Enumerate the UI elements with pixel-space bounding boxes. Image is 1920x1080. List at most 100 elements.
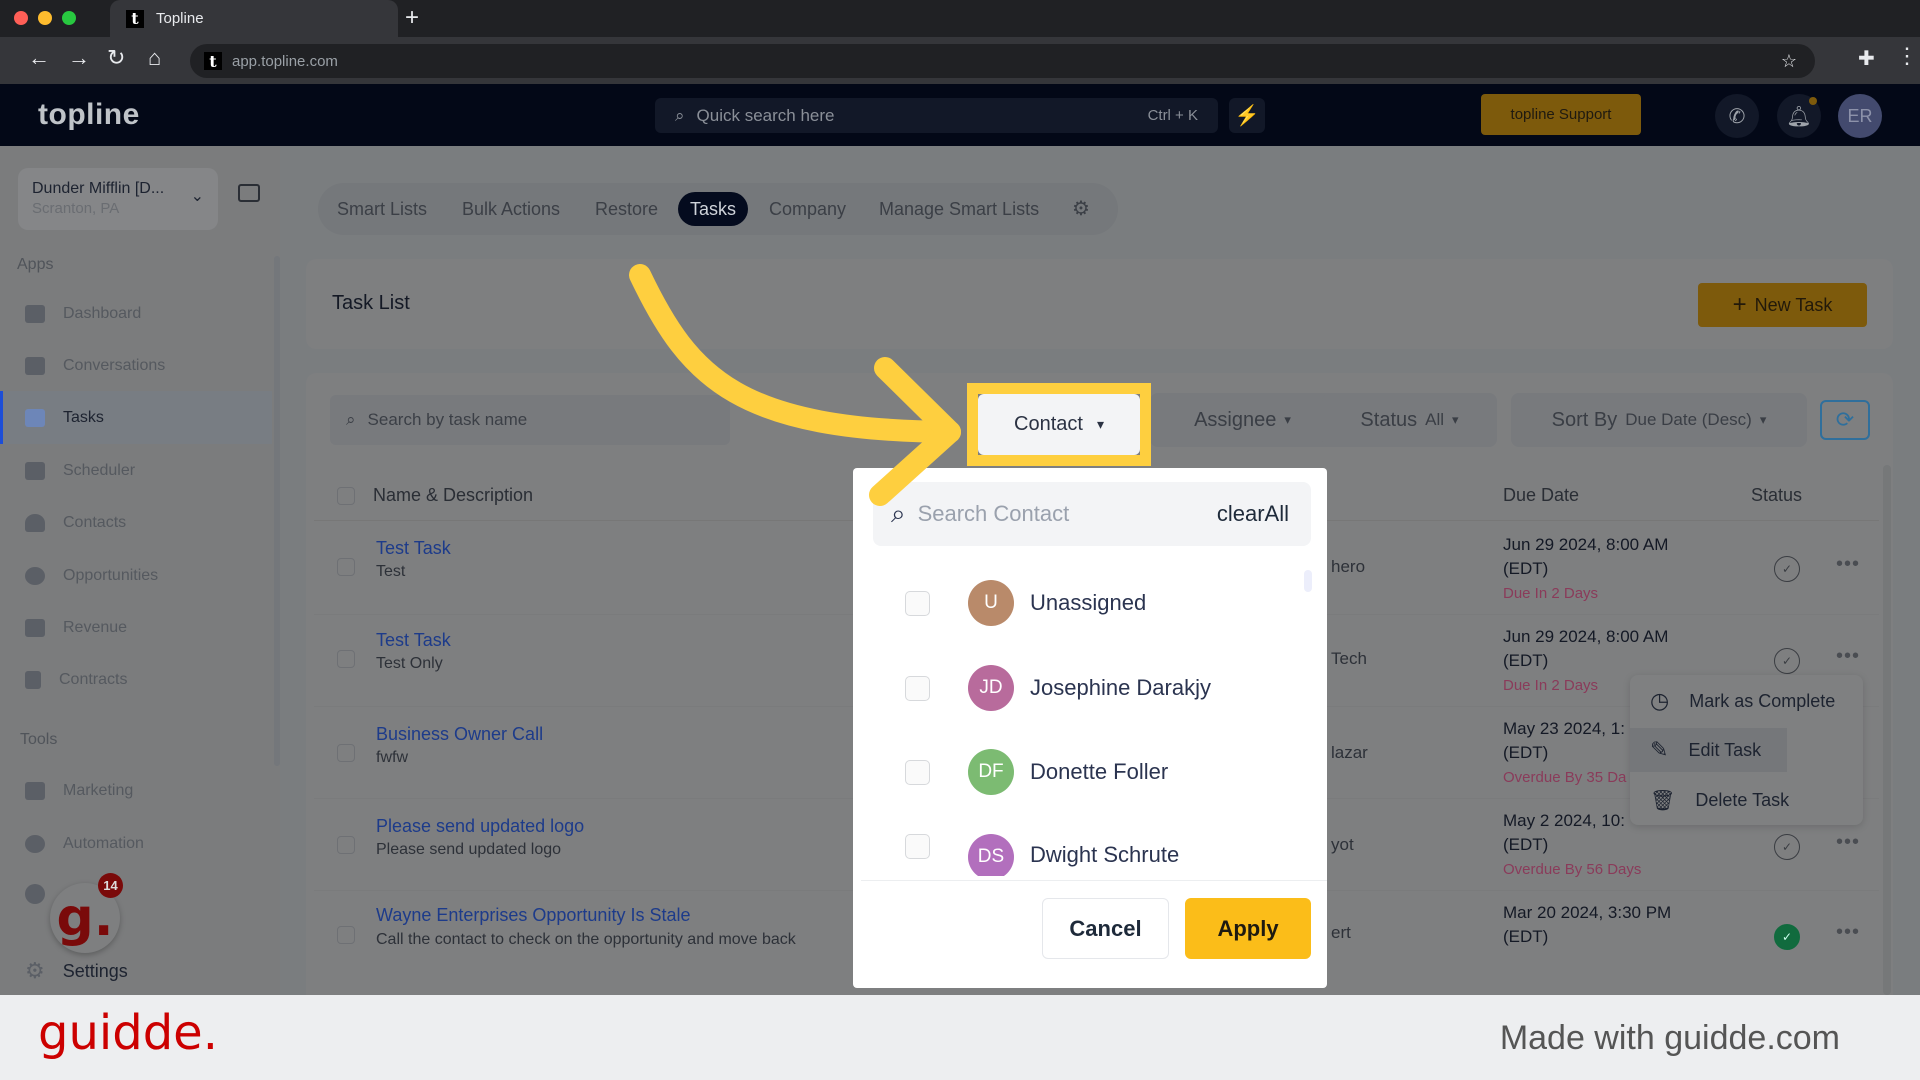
sidebar-item-settings[interactable]: ⚙ Settings bbox=[25, 958, 128, 984]
sidebar-item-opportunities[interactable]: Opportunities bbox=[0, 549, 272, 602]
account-switcher[interactable]: Dunder Mifflin [D... Scranton, PA ⌄ bbox=[18, 168, 218, 230]
maximize-window-button[interactable] bbox=[62, 11, 76, 25]
task-relative-due: Overdue By 56 Days bbox=[1503, 861, 1642, 878]
status-filter-label: Status bbox=[1360, 408, 1418, 431]
row-checkbox[interactable] bbox=[337, 926, 355, 944]
support-button[interactable]: topline Support bbox=[1481, 94, 1641, 135]
sidebar-item-label: Contacts bbox=[63, 513, 127, 531]
row-checkbox[interactable] bbox=[337, 558, 355, 576]
person-icon bbox=[25, 513, 45, 532]
task-title-link[interactable]: Wayne Enterprises Opportunity Is Stale bbox=[376, 905, 690, 926]
tab-bulk-actions[interactable]: Bulk Actions bbox=[462, 199, 560, 220]
extensions-puzzle-icon[interactable]: ✚ bbox=[1858, 46, 1875, 71]
phone-icon[interactable]: ✆ bbox=[1715, 94, 1759, 138]
bookmark-star-icon[interactable]: ☆ bbox=[1781, 51, 1797, 72]
menu-item-mark-complete[interactable]: ◷ Mark as Complete bbox=[1650, 679, 1835, 723]
dropdown-scrollbar[interactable] bbox=[1304, 570, 1312, 592]
new-task-button[interactable]: + New Task bbox=[1698, 283, 1867, 327]
task-title-link[interactable]: Please send updated logo bbox=[376, 816, 584, 837]
cancel-button[interactable]: Cancel bbox=[1042, 898, 1169, 959]
status-filter[interactable]: Status All ▾ bbox=[1322, 393, 1497, 447]
complete-check-icon[interactable]: ✓ bbox=[1774, 556, 1800, 582]
task-relative-due: Due In 2 Days bbox=[1503, 677, 1599, 694]
menu-item-edit-task[interactable]: ✎ Edit Task bbox=[1630, 728, 1787, 772]
complete-check-icon[interactable]: ✓ bbox=[1774, 648, 1800, 674]
contact-checkbox[interactable] bbox=[905, 675, 930, 701]
tab-restore[interactable]: Restore bbox=[595, 199, 658, 220]
contact-option[interactable]: JD Josephine Darakjy bbox=[905, 663, 1211, 713]
globe-icon[interactable] bbox=[25, 884, 45, 904]
complete-check-icon[interactable]: ✓ bbox=[1774, 834, 1800, 860]
reload-icon[interactable]: ↻ bbox=[107, 45, 125, 71]
collapse-sidebar-icon[interactable] bbox=[238, 184, 260, 202]
new-tab-button[interactable]: + bbox=[405, 4, 419, 32]
sidebar-item-tasks[interactable]: Tasks bbox=[0, 391, 272, 444]
gear-icon: ⚙ bbox=[25, 958, 45, 983]
task-title-link[interactable]: Business Owner Call bbox=[376, 724, 543, 745]
contact-filter-label: Contact bbox=[1014, 413, 1083, 435]
contact-option[interactable]: DF Donette Foller bbox=[905, 747, 1168, 797]
assignee-filter[interactable]: Assignee ▾ bbox=[1150, 393, 1335, 447]
sidebar-scrollbar[interactable] bbox=[274, 256, 280, 766]
browser-menu-icon[interactable]: ⋮ bbox=[1896, 43, 1918, 69]
table-scrollbar[interactable] bbox=[1883, 465, 1891, 995]
task-relative-due: Due In 2 Days bbox=[1503, 585, 1599, 602]
contact-filter[interactable]: Contact ▾ bbox=[978, 394, 1140, 455]
more-options-icon[interactable]: ••• bbox=[1836, 553, 1860, 576]
task-search-input[interactable]: ⌕ Search by task name bbox=[330, 395, 730, 445]
sidebar-item-label: Contracts bbox=[59, 670, 128, 688]
back-arrow-icon[interactable]: ← bbox=[28, 45, 50, 71]
contact-checkbox[interactable] bbox=[905, 590, 930, 616]
minimize-window-button[interactable] bbox=[38, 11, 52, 25]
refresh-button[interactable]: ⟳ bbox=[1820, 400, 1870, 440]
contact-checkbox[interactable] bbox=[905, 834, 930, 859]
task-title-link[interactable]: Test Task bbox=[376, 538, 451, 559]
address-bar[interactable]: t app.topline.com ☆ bbox=[190, 44, 1815, 78]
sidebar-item-revenue[interactable]: Revenue bbox=[0, 601, 272, 654]
sidebar-item-contacts[interactable]: Contacts bbox=[0, 496, 272, 549]
sidebar-item-automation[interactable]: Automation bbox=[0, 817, 272, 870]
clear-all-button[interactable]: clearAll bbox=[1217, 501, 1289, 527]
quick-actions-bolt-icon[interactable]: ⚡ bbox=[1229, 98, 1265, 133]
sort-by-filter[interactable]: Sort By Due Date (Desc) ▾ bbox=[1511, 393, 1807, 447]
menu-item-delete-task[interactable]: 🗑︎ Delete Task bbox=[1650, 778, 1789, 822]
menu-item-label: Edit Task bbox=[1688, 739, 1762, 760]
home-icon[interactable]: ⌂ bbox=[148, 45, 161, 71]
search-contact-input[interactable]: ⌕ Search Contact clearAll bbox=[873, 482, 1311, 546]
tab-tasks[interactable]: Tasks bbox=[678, 192, 749, 226]
contact-option[interactable]: U Unassigned bbox=[905, 578, 1146, 628]
more-options-icon[interactable]: ••• bbox=[1836, 831, 1860, 854]
sidebar-item-contracts[interactable]: Contracts bbox=[0, 653, 272, 706]
quick-search-input[interactable]: ⌕ Quick search here Ctrl + K bbox=[655, 98, 1218, 133]
tab-title: Topline bbox=[156, 10, 204, 27]
row-checkbox[interactable] bbox=[337, 650, 355, 668]
user-avatar[interactable]: ER bbox=[1838, 94, 1882, 138]
tab-smart-lists[interactable]: Smart Lists bbox=[337, 199, 427, 220]
contact-option[interactable]: DS Dwight Schrute bbox=[905, 832, 1179, 876]
row-checkbox[interactable] bbox=[337, 836, 355, 854]
more-options-icon[interactable]: ••• bbox=[1836, 921, 1860, 944]
target-icon bbox=[25, 566, 45, 585]
apply-button[interactable]: Apply bbox=[1185, 898, 1311, 959]
select-all-checkbox[interactable] bbox=[337, 487, 355, 505]
completed-check-icon[interactable]: ✓ bbox=[1774, 924, 1800, 950]
row-checkbox[interactable] bbox=[337, 744, 355, 762]
contact-name: Josephine Darakjy bbox=[1030, 675, 1211, 700]
close-window-button[interactable] bbox=[14, 11, 28, 25]
sidebar-item-scheduler[interactable]: Scheduler bbox=[0, 444, 272, 497]
browser-tab[interactable]: t Topline bbox=[110, 0, 398, 37]
sidebar-item-dashboard[interactable]: Dashboard bbox=[0, 287, 272, 340]
sidebar-item-marketing[interactable]: Marketing bbox=[0, 764, 272, 817]
refresh-icon: ⟳ bbox=[1835, 407, 1855, 432]
url-text: app.topline.com bbox=[232, 52, 338, 70]
tab-manage-smart-lists[interactable]: Manage Smart Lists bbox=[879, 199, 1039, 220]
tab-company[interactable]: Company bbox=[769, 199, 846, 220]
task-title-link[interactable]: Test Task bbox=[376, 630, 451, 651]
task-description: Test bbox=[376, 563, 406, 580]
contact-checkbox[interactable] bbox=[905, 759, 930, 785]
more-options-icon[interactable]: ••• bbox=[1836, 645, 1860, 668]
sidebar-item-conversations[interactable]: Conversations bbox=[0, 339, 272, 392]
clock-icon: ◷ bbox=[1650, 688, 1670, 713]
settings-gear-icon[interactable]: ⚙ bbox=[1072, 196, 1090, 221]
forward-arrow-icon[interactable]: → bbox=[68, 45, 90, 71]
